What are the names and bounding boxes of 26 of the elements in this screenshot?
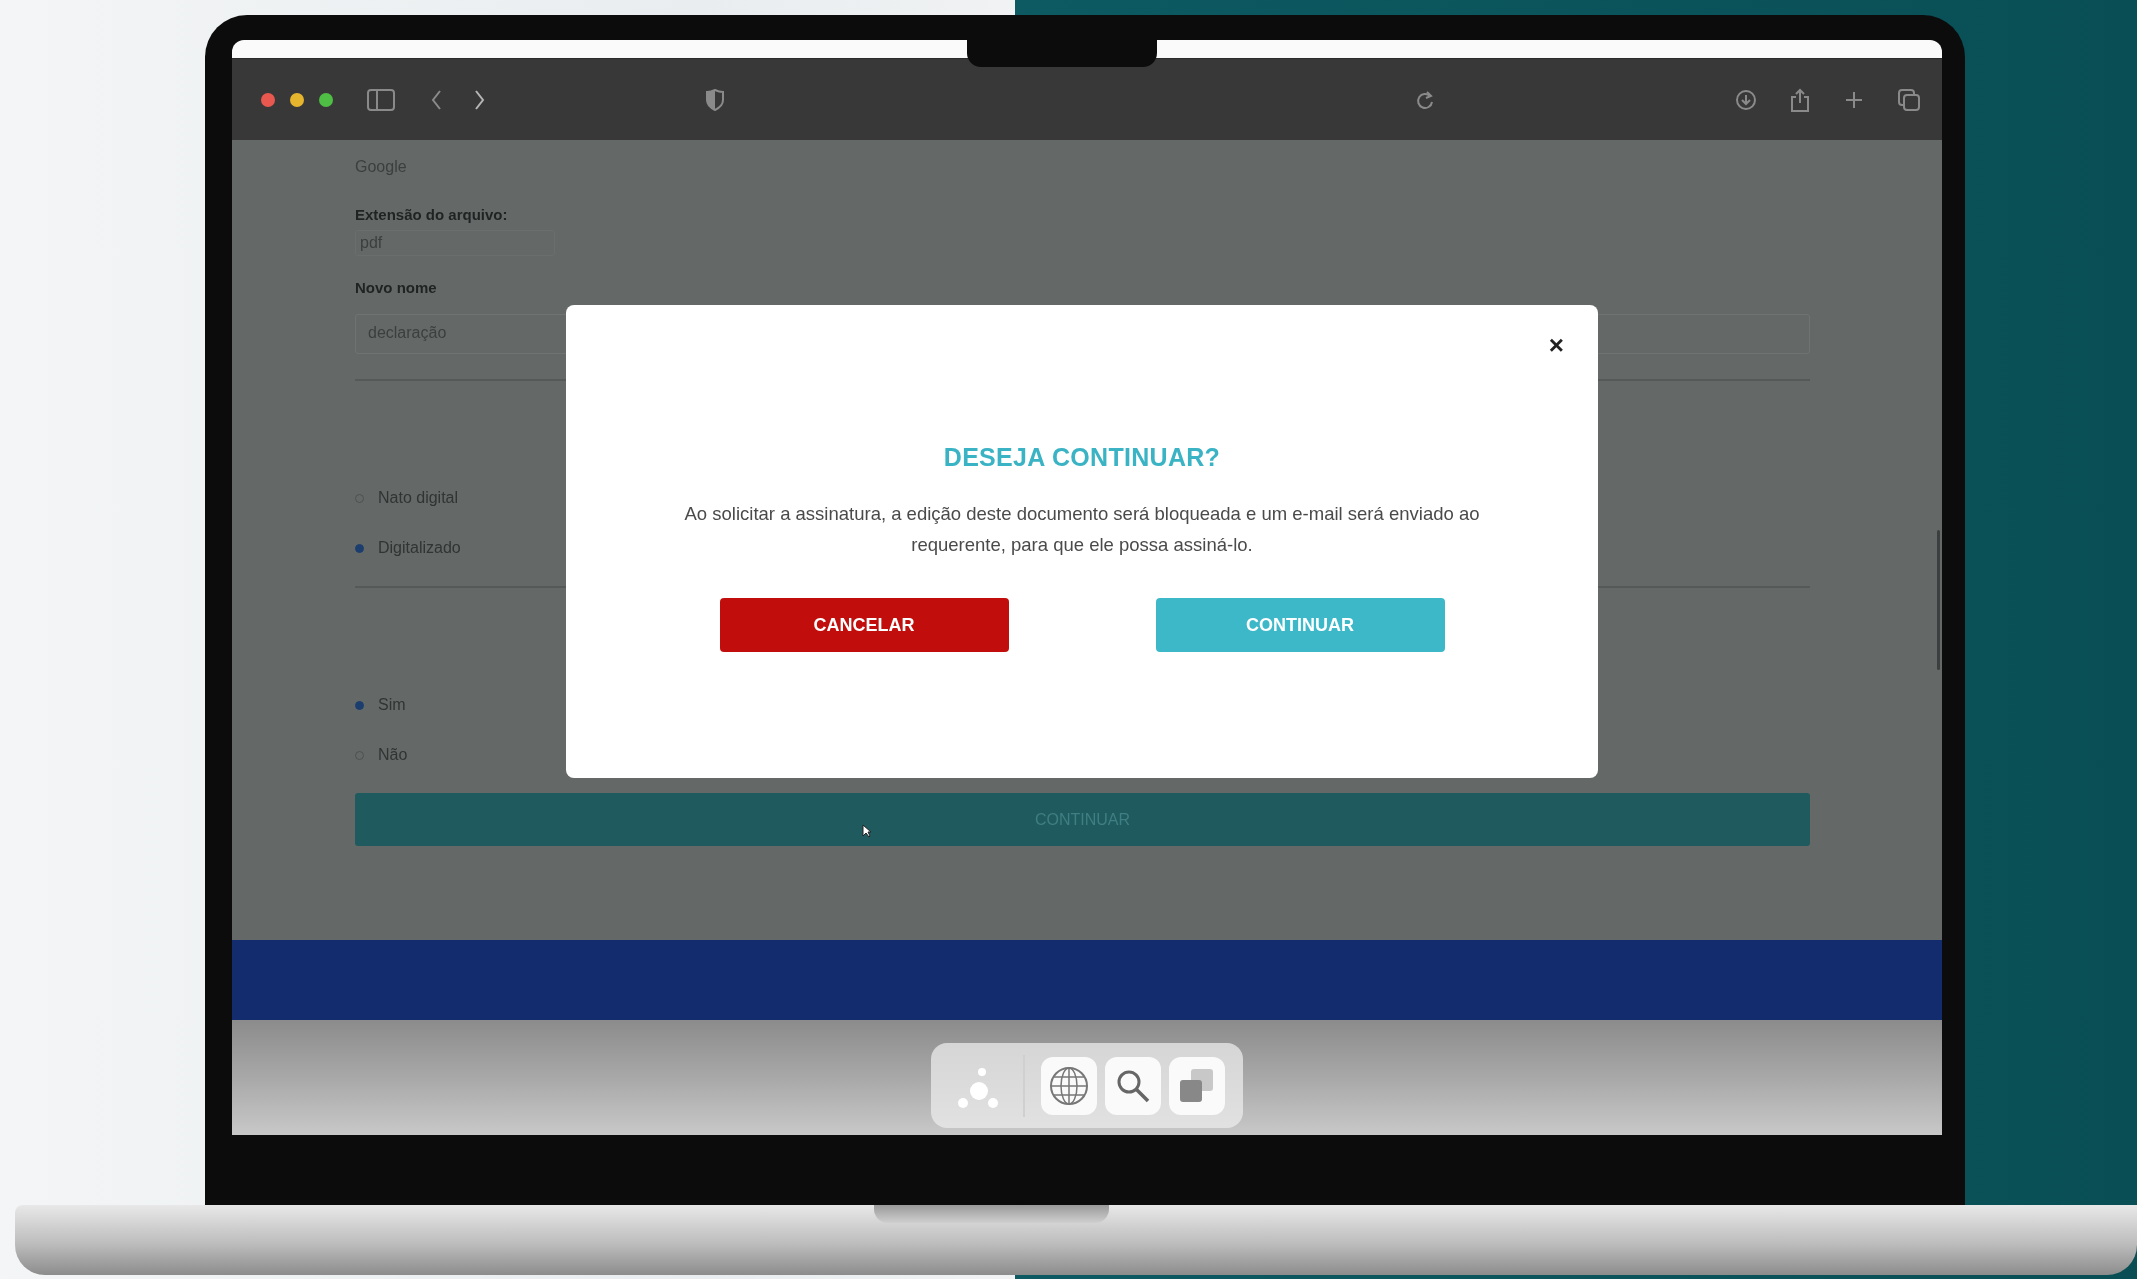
search-icon[interactable] [1105,1056,1161,1115]
close-button[interactable]: × [1544,331,1568,359]
field-label: Extensão do arquivo: [355,206,508,223]
dialog-title: DESEJA CONTINUAR? [943,443,1221,472]
field-label: Novo nome [355,279,437,296]
radio-button[interactable] [355,543,364,553]
back-icon[interactable] [431,88,442,111]
sidebar-icon[interactable] [367,88,395,111]
dialog-message: Ao solicitar a assinatura, a edição deste documento será bloqueada e um e-mail será enviado ao requerente, para que ele possa assiná-lo. [683,502,1481,557]
overlapping-squares-icon[interactable] [1169,1056,1225,1115]
scrollbar-thumb[interactable] [1937,530,1940,670]
download-icon[interactable] [1735,88,1757,111]
zoom-window-button[interactable] [319,92,333,107]
cancel-button[interactable]: CANCELAR [719,598,1009,652]
mouse-pointer-icon [862,824,872,838]
tabs-overview-icon[interactable] [1898,88,1920,111]
shield-icon[interactable] [705,88,725,111]
globe-icon[interactable] [1041,1056,1097,1115]
new-tab-icon[interactable] [1844,89,1864,110]
continue-button[interactable]: CONTINUAR [1155,598,1445,652]
share-icon[interactable] [1789,87,1811,112]
reload-icon[interactable] [1415,89,1435,110]
close-window-button[interactable] [261,92,275,107]
minimize-window-button[interactable] [290,92,304,107]
radio-button[interactable] [355,700,364,710]
forward-icon[interactable] [474,88,485,111]
